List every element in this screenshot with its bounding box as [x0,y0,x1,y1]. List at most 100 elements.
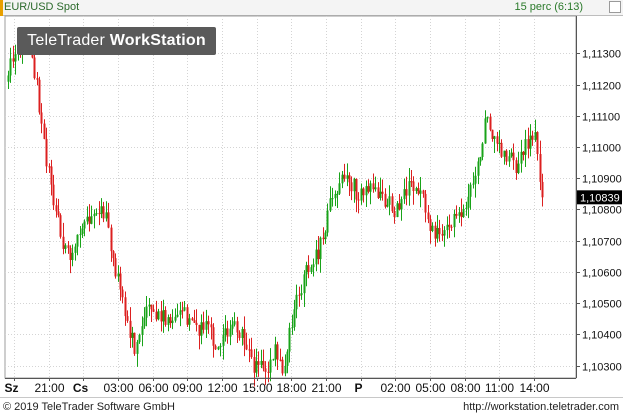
candle-body [365,186,368,196]
candle-body [300,293,303,296]
candle-body [224,328,227,335]
candle-body [202,322,205,330]
x-tick-label: 12:00 [207,381,237,395]
candle-body [479,156,482,162]
candle-body [322,237,325,240]
candle-body [384,193,387,207]
candle-body [253,357,256,373]
candle-body [176,314,179,317]
candle-body [260,360,263,365]
candle-body [229,328,232,337]
candle-body [143,317,146,327]
candle-body [267,371,270,373]
candle-body [141,326,144,335]
candle-body [284,365,287,374]
candle-body [102,206,105,219]
candle-body [52,184,55,206]
candle-body [324,232,327,240]
candle-body [491,129,494,139]
candle-body [36,78,39,80]
candle-body [14,54,17,62]
candle-body [129,320,132,338]
y-tick-label: 1,10900 [582,174,622,186]
candle-body [62,236,65,249]
candle-body [467,196,470,208]
candle-body [76,234,79,247]
candle-body [343,174,346,179]
candle-body [381,191,384,194]
candle-body [446,224,449,231]
candle-body [83,221,86,229]
candle-body [329,198,332,211]
candle-body [210,324,213,328]
candle-body [429,219,432,231]
candle-body [164,310,167,325]
candle-body [427,212,430,220]
candle-body [319,237,322,260]
candle-body [539,154,542,182]
candle-body [133,332,136,354]
candle-body [193,320,196,323]
candle-body [48,166,51,168]
logo-text-bold: WorkStation [109,32,206,49]
candle-body [243,329,246,345]
candle-body [527,139,530,149]
candle-body [171,320,174,324]
price-chart[interactable]: 1,10300 1,10400 1,10500 1,10600 1,10700 1,108… [0,0,623,416]
candle-body [443,230,446,236]
candle-body [124,297,127,317]
candle-body [276,344,279,360]
candle-body [214,345,217,350]
candle-body [57,211,60,216]
candle-body [145,306,148,318]
candle-body [136,341,139,354]
candle-body [119,273,122,290]
candle-body [336,193,339,195]
candle-body [12,58,15,62]
candle-body [126,316,129,321]
candle-body [59,215,62,237]
candle-body [410,181,413,183]
candle-body [293,309,296,327]
candle-body [448,224,451,227]
candle-body [291,326,294,328]
candle-body [498,142,501,144]
candle-body [512,152,515,161]
candle-body [105,212,108,219]
candle-body [500,142,503,157]
candle-body [131,332,134,338]
candle-body [515,160,518,174]
candle-body [110,227,113,252]
candle-body [98,213,101,215]
candle-body [188,318,191,325]
candle-body [55,205,58,212]
candle-body [388,196,391,205]
x-tick-label: 02:00 [380,381,410,395]
candle-body [441,234,444,236]
candle-body [408,181,411,196]
candle-body [245,344,248,350]
candle-body [503,150,506,157]
candle-body [393,211,396,218]
candle-body [269,359,272,373]
y-tick-label: 1,11000 [582,143,621,155]
candle-body [450,226,453,228]
candle-body [303,274,306,294]
candle-body [107,212,110,228]
candle-body [212,327,215,346]
candle-body [412,181,415,192]
candle-body [67,245,70,248]
workstation-url[interactable]: http://workstation.teletrader.com [463,401,619,413]
candle-body [396,203,399,218]
candlestick-series [7,31,544,387]
candle-body [350,182,353,192]
candle-body [222,334,225,346]
candle-body [474,175,477,184]
candle-body [95,213,98,215]
candle-body [40,112,43,124]
candle-body [419,190,422,194]
x-tick-label: 11:00 [485,381,514,395]
candle-body [74,246,77,253]
candle-body [264,368,267,372]
x-tick-label: 05:00 [415,381,445,395]
